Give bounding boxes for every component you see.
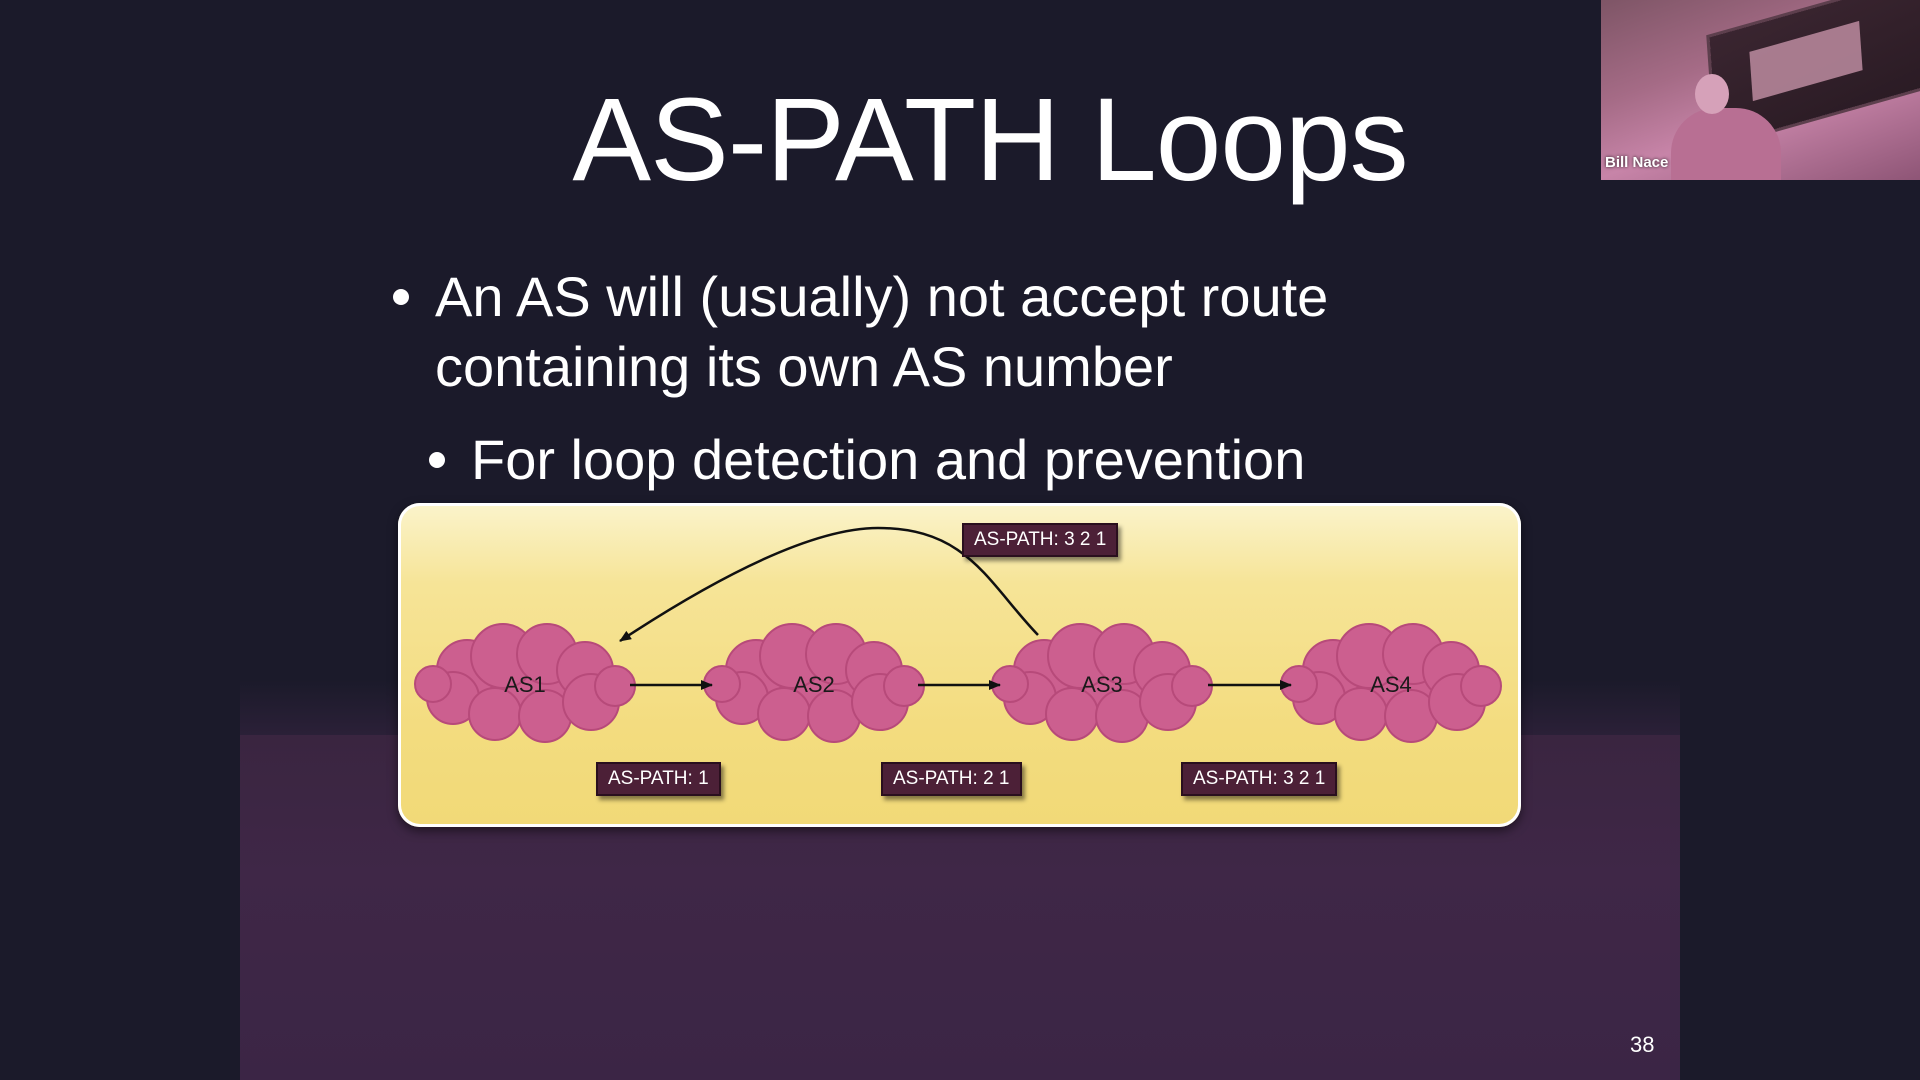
bullet-text: For loop detection and prevention: [471, 428, 1306, 491]
bullet-dot-icon: [429, 452, 445, 468]
slide-number: 38: [1630, 1032, 1655, 1057]
webcam-tile[interactable]: Bill Nace: [1601, 0, 1920, 180]
slide-title: AS-PATH Loops: [572, 74, 1408, 206]
webcam-participant-name: Bill Nace: [1605, 154, 1669, 171]
bullet-text: An AS will (usually) not accept route co…: [435, 265, 1329, 398]
node-label-as1: AS1: [504, 672, 546, 697]
sub-bullet-item: For loop detection and prevention: [429, 425, 1471, 495]
path-tag-as3: AS-PATH: 3 2 1: [1181, 762, 1338, 796]
presentation-screen: AS-PATH Loops An AS will (usually) not a…: [0, 0, 1920, 1080]
path-tag-loop: AS-PATH: 3 2 1: [962, 523, 1119, 557]
path-tag-as2: AS-PATH: 2 1: [881, 762, 1022, 796]
node-label-as4: AS4: [1370, 672, 1412, 697]
webcam-speaker-body: [1671, 108, 1781, 180]
bullet-dot-icon: [393, 289, 409, 305]
node-label-as3: AS3: [1081, 672, 1123, 697]
node-label-as2: AS2: [793, 672, 835, 697]
bullet-item: An AS will (usually) not accept route co…: [393, 262, 1435, 402]
path-tag-as1: AS-PATH: 1: [596, 762, 721, 796]
webcam-speaker-head: [1695, 74, 1729, 114]
as-path-diagram: AS1 AS2 AS3 AS4 AS-PATH: 1 AS-PATH: 2 1 …: [398, 503, 1521, 827]
